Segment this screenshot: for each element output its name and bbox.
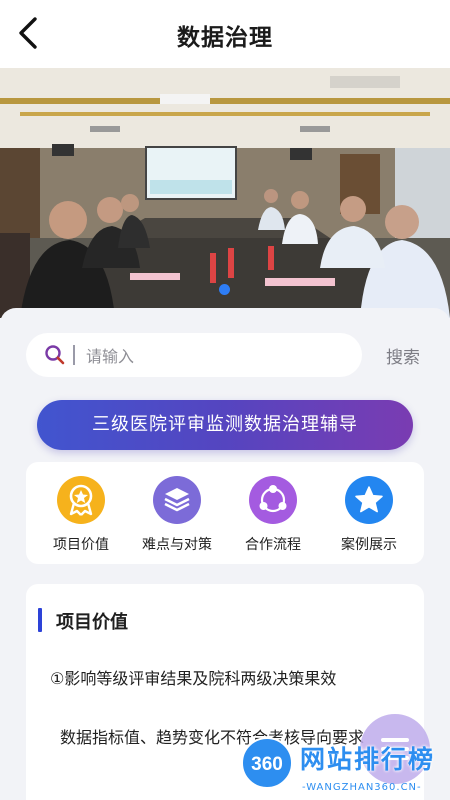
search-button[interactable]: 搜索 <box>386 343 420 368</box>
quick-link-case-showcase[interactable]: 案例展示 <box>321 472 417 560</box>
meeting-photo <box>0 68 450 318</box>
watermark-sub: -WANGZHAN360.CN- <box>302 782 422 793</box>
search-divider <box>73 345 75 365</box>
search-input[interactable] <box>84 341 348 371</box>
quick-link-difficulties[interactable]: 难点与对策 <box>129 472 225 560</box>
section-accent-bar <box>38 608 42 632</box>
banner-carousel[interactable] <box>0 68 450 318</box>
watermark-brand: 网站排行榜 <box>300 745 436 774</box>
search-icon <box>45 345 65 365</box>
cta-button[interactable]: 三级医院评审监测数据治理辅导 <box>37 400 413 450</box>
quick-link-project-value[interactable]: 项目价值 <box>33 472 129 560</box>
page-title: 数据治理 <box>177 25 273 51</box>
quick-link-label: 案例展示 <box>341 537 397 553</box>
watermark-logo-text: 360 <box>251 754 283 775</box>
top-nav-bar: 数据治理 <box>0 0 450 68</box>
carousel-indicator-dot[interactable] <box>219 284 230 295</box>
section-title: 项目价值 <box>56 612 128 633</box>
quick-link-label: 难点与对策 <box>142 537 212 553</box>
watermark-logo: 360 <box>241 737 293 789</box>
quick-links-panel: 项目价值 难点与对策 合作流程 案例展示 <box>26 462 424 564</box>
layers-icon <box>153 476 201 524</box>
quick-link-label: 项目价值 <box>53 537 109 553</box>
site-watermark: 360 网站排行榜 -WANGZHAN360.CN- <box>240 736 446 798</box>
award-medal-icon <box>57 476 105 524</box>
star-icon <box>345 476 393 524</box>
quick-link-cooperation-process[interactable]: 合作流程 <box>225 472 321 560</box>
quick-link-label: 合作流程 <box>245 537 301 553</box>
section-paragraph: ①影响等级评审结果及院科两级决策果效 <box>50 669 337 688</box>
share-nodes-icon <box>249 476 297 524</box>
search-bar <box>26 333 362 377</box>
